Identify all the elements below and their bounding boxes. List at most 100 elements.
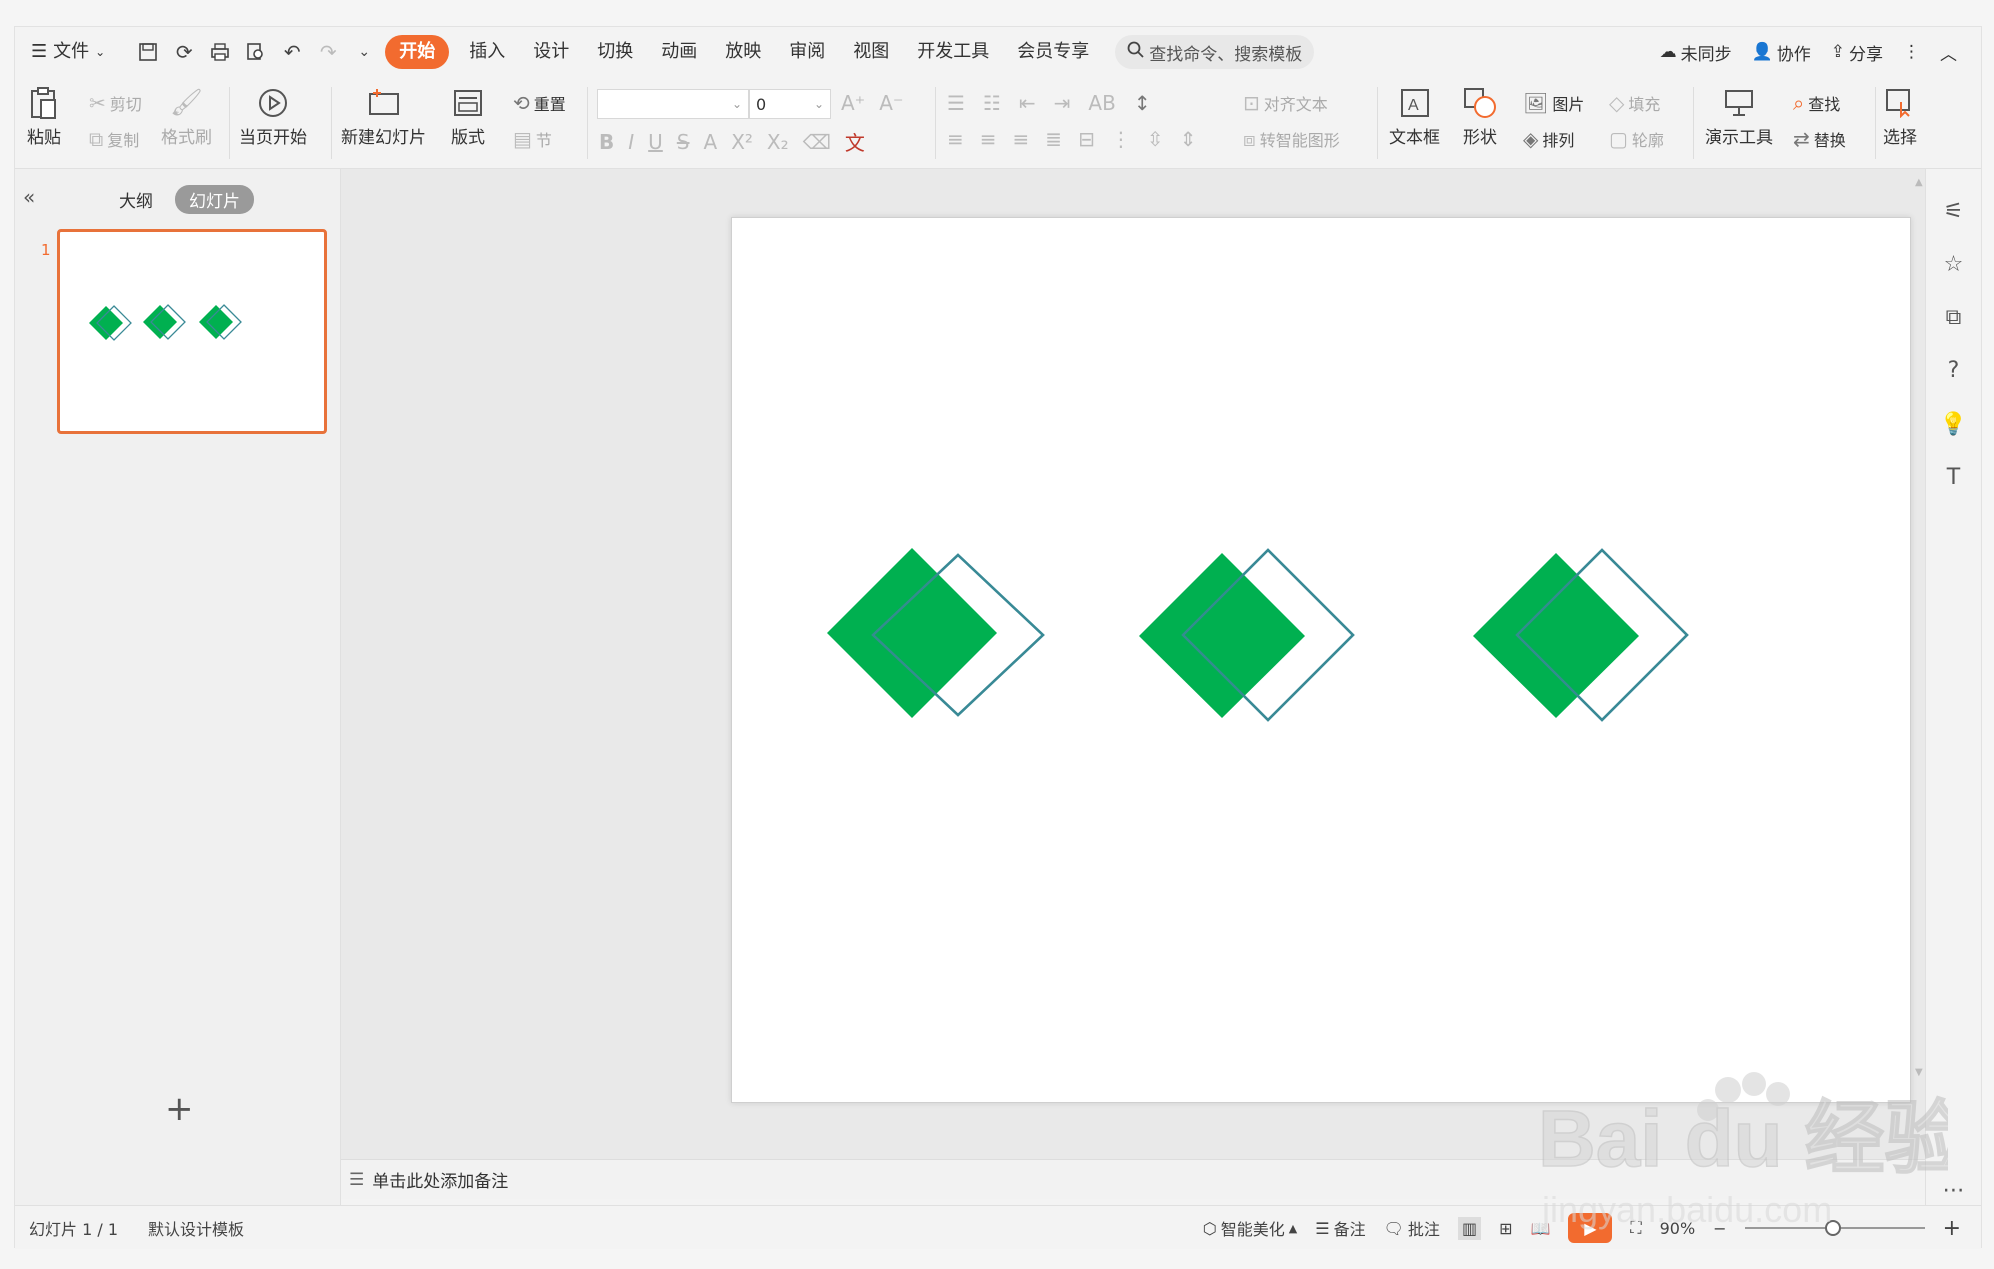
tab-insert[interactable]: 插入 <box>455 35 519 69</box>
comments-button[interactable]: 🗨 批注 <box>1384 1216 1440 1240</box>
filled-diamond[interactable] <box>1473 553 1639 718</box>
diamond-pair-1[interactable] <box>827 548 1045 718</box>
vertical-scrollbar[interactable]: ▲ ▼ <box>1909 177 1925 1167</box>
smart-beautify-button[interactable]: ⬡ 智能美化 ▲ <box>1203 1216 1297 1240</box>
normal-view-icon[interactable]: ▥ <box>1457 1216 1482 1240</box>
shape-button[interactable]: 形状 <box>1463 83 1497 148</box>
share-button[interactable]: ⇪ 分享 <box>1831 40 1883 65</box>
tab-review[interactable]: 审阅 <box>775 35 839 69</box>
print-icon[interactable] <box>205 37 235 67</box>
collapse-ribbon-icon[interactable]: ︿ <box>1940 40 1957 65</box>
print-preview-icon[interactable] <box>241 37 271 67</box>
font-size-select[interactable]: 0 ⌄ <box>749 89 831 119</box>
redo-icon[interactable]: ↷ <box>313 37 343 67</box>
diamond-pair-2[interactable] <box>1139 548 1355 722</box>
tab-view[interactable]: 视图 <box>839 35 903 69</box>
template-name[interactable]: 默认设计模板 <box>148 1216 244 1240</box>
font-grow-icon[interactable]: A⁺ <box>841 91 865 115</box>
justify-icon[interactable]: ≣ <box>1045 127 1062 151</box>
save-icon[interactable] <box>133 37 163 67</box>
tab-developer[interactable]: 开发工具 <box>903 35 1003 69</box>
strikethrough-icon[interactable]: S <box>677 130 690 154</box>
tab-outline[interactable]: 大纲 <box>105 185 167 214</box>
superscript-icon[interactable]: X² <box>731 130 753 154</box>
tab-member[interactable]: 会员专享 <box>1003 35 1103 69</box>
help-icon[interactable]: ? <box>1939 356 1969 385</box>
tab-home[interactable]: 开始 <box>385 35 450 69</box>
add-slide-button[interactable]: + <box>165 1089 194 1129</box>
new-slide-button[interactable]: 新建幻灯片 <box>341 83 426 148</box>
underline-icon[interactable]: U <box>648 130 663 154</box>
zoom-slider-knob[interactable] <box>1824 1220 1841 1236</box>
tab-transition[interactable]: 切换 <box>583 35 647 69</box>
text-icon[interactable]: T <box>1939 463 1969 492</box>
line-spacing-icon[interactable]: ↕ <box>1134 91 1151 115</box>
file-menu[interactable]: ☰ 文件 ⌄ <box>31 35 119 69</box>
align-center-icon[interactable]: ≡ <box>980 127 997 151</box>
text-direction-icon[interactable]: AB <box>1088 91 1115 115</box>
play-slideshow-button[interactable]: ▶ <box>1568 1213 1613 1243</box>
distribute-icon[interactable]: ⊟ <box>1078 127 1095 151</box>
tab-design[interactable]: 设计 <box>519 35 583 69</box>
copy-button[interactable]: ⧉ 复制 <box>89 127 139 151</box>
filled-diamond[interactable] <box>827 548 997 718</box>
slide-sorter-icon[interactable]: ⊞ <box>1499 1219 1512 1238</box>
reset-button[interactable]: ⟲ 重置 <box>513 91 566 115</box>
start-current-button[interactable]: 当页开始 <box>239 83 307 148</box>
slide-canvas[interactable] <box>731 217 1911 1103</box>
select-button[interactable]: 选择 <box>1883 83 1917 148</box>
undo-icon[interactable]: ↶ <box>277 37 307 67</box>
lightbulb-icon[interactable]: 💡 <box>1939 410 1969 439</box>
more-icon[interactable]: ⋯ <box>1939 1176 1969 1205</box>
zoom-level[interactable]: 90% <box>1660 1219 1696 1238</box>
italic-icon[interactable]: I <box>628 130 634 154</box>
find-button[interactable]: ⌕ 查找 <box>1793 91 1840 115</box>
section-button[interactable]: ▤ 节 <box>513 127 552 151</box>
cut-button[interactable]: ✂ 剪切 <box>89 91 142 115</box>
numbered-list-icon[interactable]: ☷ <box>983 91 1001 115</box>
smartart-button[interactable]: ⧈ 转智能图形 <box>1243 127 1340 151</box>
column-icon[interactable]: ⋮ <box>1111 127 1131 151</box>
eraser-icon[interactable]: ⌫ <box>803 130 831 154</box>
scroll-up-icon[interactable]: ▲ <box>1915 177 1923 188</box>
slide-thumbnail[interactable] <box>57 229 327 434</box>
filled-diamond[interactable] <box>1139 553 1305 718</box>
tab-slides[interactable]: 幻灯片 <box>175 185 254 214</box>
notes-area[interactable]: ☰ 单击此处添加备注 <box>341 1159 1925 1199</box>
search-input[interactable]: 查找命令、搜索模板 <box>1115 35 1315 69</box>
subscript-icon[interactable]: X₂ <box>767 130 789 154</box>
bullet-list-icon[interactable]: ☰ <box>947 91 965 115</box>
line-spacing-small-icon[interactable]: ⇕ <box>1180 127 1197 151</box>
fit-window-icon[interactable]: ⛶ <box>1630 1218 1641 1238</box>
picture-button[interactable]: 🖼 图片 <box>1523 91 1584 115</box>
customize-icon[interactable]: ⌄ <box>349 37 379 67</box>
zoom-slider[interactable] <box>1744 1220 1925 1236</box>
star-icon[interactable]: ☆ <box>1939 250 1969 279</box>
pinyin-icon[interactable]: 文 <box>845 127 865 156</box>
notes-button[interactable]: ☰ 备注 <box>1315 1216 1365 1240</box>
arrange-button[interactable]: ◈ 排列 <box>1523 127 1574 151</box>
increase-indent-icon[interactable]: ⇥ <box>1054 91 1071 115</box>
paragraph-spacing-icon[interactable]: ⇳ <box>1147 127 1164 151</box>
tab-slideshow[interactable]: 放映 <box>711 35 775 69</box>
replace-button[interactable]: ⇄ 替换 <box>1793 127 1846 151</box>
transition-icon[interactable]: ⧉ <box>1939 303 1969 332</box>
diamond-pair-3[interactable] <box>1473 548 1689 722</box>
more-menu-icon[interactable]: ⋮ <box>1903 42 1920 62</box>
bold-icon[interactable]: B <box>599 130 614 154</box>
font-shrink-icon[interactable]: A⁻ <box>879 91 903 115</box>
align-left-icon[interactable]: ≡ <box>947 127 964 151</box>
scroll-down-icon[interactable]: ▼ <box>1915 1067 1923 1078</box>
present-tool-button[interactable]: 演示工具 <box>1705 83 1773 148</box>
properties-icon[interactable]: ⚟ <box>1939 197 1969 226</box>
paste-button[interactable]: 粘贴 <box>27 83 61 148</box>
decrease-indent-icon[interactable]: ⇤ <box>1019 91 1036 115</box>
layout-button[interactable]: 版式 <box>451 83 485 148</box>
align-right-icon[interactable]: ≡ <box>1013 127 1030 151</box>
textbox-button[interactable]: A 文本框 <box>1389 83 1440 148</box>
sync-status[interactable]: ☁ 未同步 <box>1660 40 1732 65</box>
zoom-out-icon[interactable]: − <box>1713 1219 1726 1238</box>
reading-view-icon[interactable]: 📖 <box>1530 1219 1550 1238</box>
format-painter-icon[interactable]: ⟳ <box>169 37 199 67</box>
collab-button[interactable]: 👤 协作 <box>1752 40 1811 65</box>
